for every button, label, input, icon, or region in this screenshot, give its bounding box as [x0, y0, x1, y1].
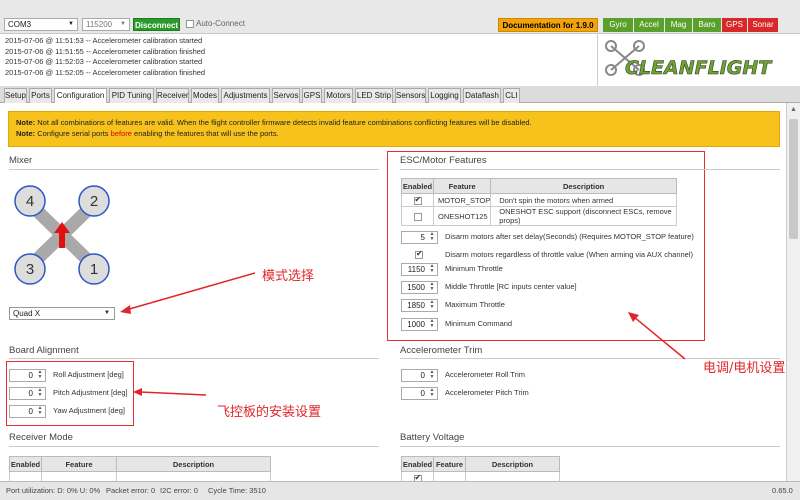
i2c-error: I2C error: 0 — [160, 486, 198, 495]
log-panel: 2015-07-06 @ 11:51:53 -- Accelerometer c… — [0, 34, 598, 86]
documentation-button[interactable]: Documentation for 1.9.0 — [498, 18, 598, 32]
cleanflight-logo: CLEANFLIGHT — [605, 40, 774, 79]
tab-bar: Setup Ports Configuration PID Tuning Rec… — [0, 86, 800, 104]
annotation-esc-settings: 电调/电机设置 — [703, 361, 786, 376]
port-utilization: Port utilization: D: 0% U: 0% — [6, 486, 101, 495]
status-bar: Port utilization: D: 0% U: 0% Packet err… — [0, 481, 800, 500]
configuration-content: Note: Not all combinations of features a… — [0, 103, 786, 481]
baud-select-value: 115200 — [86, 20, 113, 29]
tab-ports[interactable]: Ports — [29, 88, 52, 103]
tab-modes[interactable]: Modes — [191, 88, 219, 103]
log-line: 2015-07-06 @ 11:52:03 -- Accelerometer c… — [5, 57, 203, 66]
top-bar: COM3 ▼ 115200 ▼ Disconnect Auto-Connect … — [0, 0, 800, 34]
tab-dataflash[interactable]: Dataflash — [463, 88, 501, 103]
brand-area: CLEANFLIGHT — [599, 34, 800, 86]
sensor-sonar: Sonar — [748, 18, 778, 32]
annotation-board-install: 飞控板的安装设置 — [217, 405, 322, 420]
sensor-gyro: Gyro — [603, 18, 633, 32]
packet-error: Packet error: 0 — [106, 486, 156, 495]
annotation-mode-select: 模式选择 — [262, 269, 315, 284]
log-line: 2015-07-06 @ 11:52:05 -- Accelerometer c… — [5, 67, 206, 77]
version: 0.65.0 — [772, 486, 793, 495]
arrow-mode-select — [120, 272, 256, 314]
port-select[interactable]: COM3 ▼ — [4, 18, 78, 31]
chevron-down-icon: ▼ — [68, 21, 74, 27]
tab-configuration[interactable]: Configuration — [54, 88, 107, 104]
baud-select[interactable]: 115200 ▼ — [82, 18, 130, 31]
cycle-time: Cycle Time: 3510 — [208, 486, 266, 495]
tab-logging[interactable]: Logging — [428, 88, 461, 103]
sensor-accel: Accel — [634, 18, 664, 32]
tab-gps[interactable]: GPS — [302, 88, 322, 103]
tab-adjustments[interactable]: Adjustments — [221, 88, 270, 103]
tab-cli[interactable]: CLI — [503, 88, 520, 103]
auto-connect-label: Auto-Connect — [196, 19, 245, 28]
tab-servos[interactable]: Servos — [272, 88, 300, 103]
brand-name: CLEANFLIGHT — [625, 57, 773, 79]
disconnect-button[interactable]: Disconnect — [133, 18, 180, 31]
tab-motors[interactable]: Motors — [324, 88, 353, 103]
sensor-mag: Mag — [665, 18, 692, 32]
scrollbar-thumb[interactable] — [789, 119, 798, 239]
arrow-board-install — [133, 388, 207, 396]
scroll-up-icon[interactable]: ▲ — [790, 106, 797, 113]
sensor-baro: Baro — [693, 18, 721, 32]
log-line: 2015-07-06 @ 11:51:53 -- Accelerometer c… — [5, 36, 203, 45]
auto-connect-checkbox[interactable] — [186, 19, 194, 28]
arrow-esc-settings — [628, 312, 686, 360]
tab-setup[interactable]: Setup — [4, 88, 27, 103]
tab-receiver[interactable]: Receiver — [156, 88, 189, 103]
content-scrollbar[interactable]: ▲ — [786, 103, 800, 481]
sensor-gps: GPS — [722, 18, 747, 32]
tab-sensors[interactable]: Sensors — [395, 88, 426, 103]
port-select-value: COM3 — [8, 20, 32, 29]
chevron-down-icon: ▼ — [120, 21, 126, 27]
tab-pid-tuning[interactable]: PID Tuning — [109, 88, 154, 103]
tab-led-strip[interactable]: LED Strip — [355, 88, 393, 103]
annotation-overlay — [120, 272, 686, 396]
auto-connect-toggle[interactable]: Auto-Connect — [186, 19, 245, 28]
log-line: 2015-07-06 @ 11:51:55 -- Accelerometer c… — [5, 46, 206, 56]
